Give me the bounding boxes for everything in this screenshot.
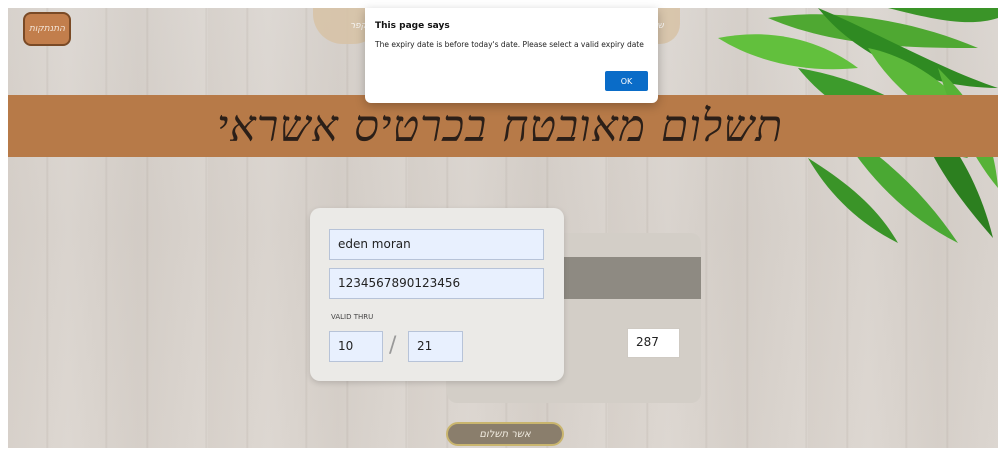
confirm-payment-button[interactable]: אשר תשלום <box>446 422 564 446</box>
alert-dialog: This page says The expiry date is before… <box>365 8 658 103</box>
dialog-message: The expiry date is before today's date. … <box>375 40 644 49</box>
expiry-separator: / <box>389 333 397 358</box>
magnetic-stripe <box>563 257 701 299</box>
logout-button[interactable]: התנתקות <box>23 12 71 46</box>
expiry-month-field[interactable]: 10 <box>329 331 383 362</box>
cvv-field[interactable]: 287 <box>627 328 680 358</box>
page-title: תשלום מאובטח בכרטיס אשראי <box>216 101 784 152</box>
expiry-year-field[interactable]: 21 <box>408 331 463 362</box>
card-number-field[interactable]: 1234567890123456 <box>329 268 544 299</box>
cardholder-name-field[interactable]: eden moran <box>329 229 544 260</box>
ok-button[interactable]: OK <box>605 71 648 91</box>
valid-thru-label: VALID THRU <box>331 313 374 321</box>
dialog-title: This page says <box>375 21 450 31</box>
